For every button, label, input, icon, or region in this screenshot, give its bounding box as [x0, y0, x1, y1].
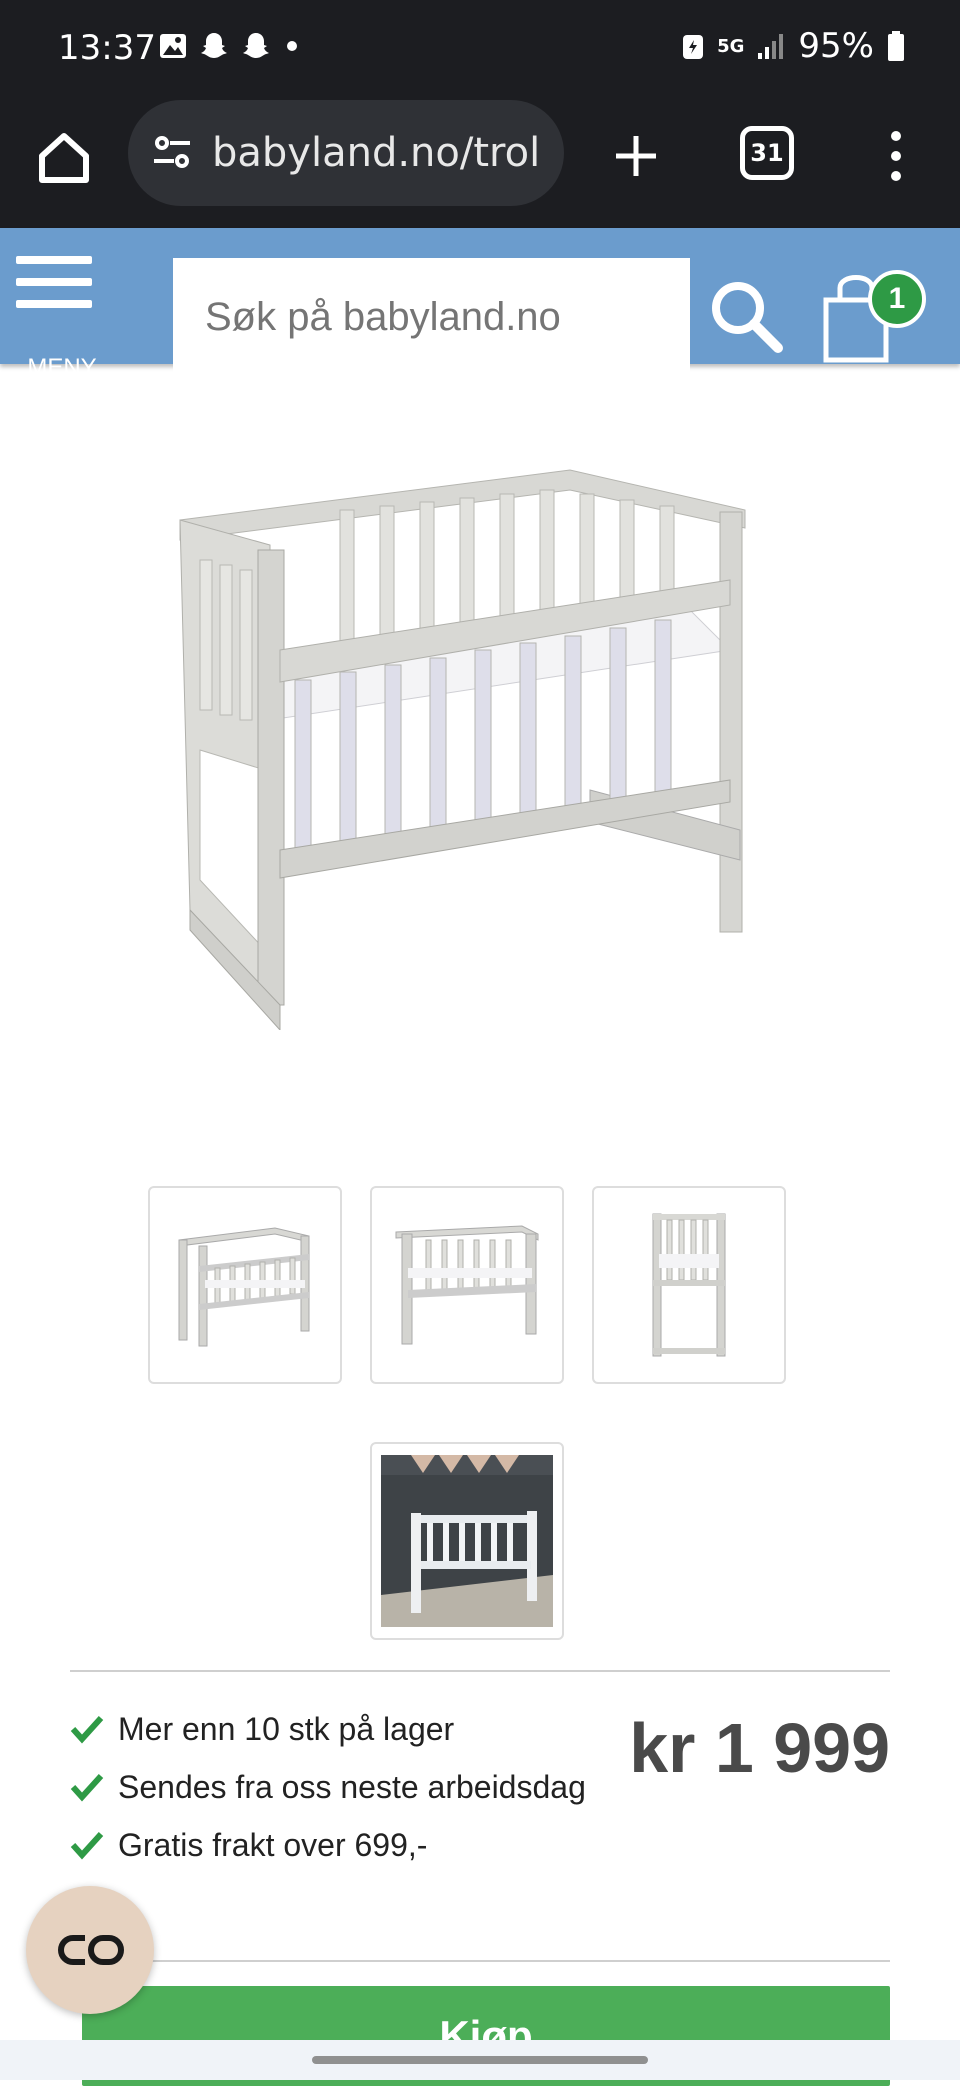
thumbnail-3[interactable] — [592, 1186, 786, 1384]
stock-line-1: Mer enn 10 stk på lager — [70, 1700, 590, 1758]
search-button[interactable] — [700, 258, 790, 376]
crib-thumbnail-front — [178, 1227, 310, 1347]
divider — [70, 1670, 890, 1672]
product-price: kr 1 999 — [629, 1709, 890, 1787]
snapchat-icon-2 — [243, 33, 269, 58]
stock-line-2: Sendes fra oss neste arbeidsdag — [70, 1758, 590, 1816]
menu-button[interactable]: MENY — [16, 250, 108, 381]
battery-icon — [888, 31, 904, 61]
hamburger-icon — [16, 256, 92, 308]
browser-toolbar: babyland.no/troll 31 — [0, 100, 960, 228]
menu-label: MENY — [27, 354, 97, 381]
crib-thumbnail-angle — [395, 1225, 539, 1345]
status-time: 13:37 — [58, 28, 156, 68]
snapchat-icon — [201, 33, 227, 58]
crib-thumbnail-side — [652, 1213, 726, 1357]
gesture-handle[interactable] — [312, 2056, 648, 2064]
cart-button[interactable]: 1 — [820, 250, 930, 380]
stock-info: Mer enn 10 stk på lager Sendes fra oss n… — [70, 1700, 590, 1874]
system-nav-bar — [0, 2040, 960, 2080]
battery-level: 95% — [798, 26, 874, 66]
check-icon — [70, 1773, 104, 1802]
search-icon — [712, 282, 783, 353]
stock-line-3: Gratis frakt over 699,- — [70, 1816, 590, 1874]
signal-icon — [758, 34, 784, 59]
status-right: 5G 95% — [681, 26, 906, 66]
thumbnail-2[interactable] — [370, 1186, 564, 1384]
site-header: MENY 1 — [0, 228, 960, 381]
home-icon — [39, 133, 89, 183]
url-text: babyland.no/troll — [212, 130, 542, 176]
check-icon — [70, 1831, 104, 1860]
gallery-icon — [160, 34, 186, 58]
search-input[interactable] — [173, 258, 690, 376]
kebab-menu-icon — [891, 131, 901, 181]
status-bar: 13:37 5G 95% — [0, 0, 960, 100]
divider — [70, 1960, 890, 1962]
address-bar[interactable]: babyland.no/troll — [128, 100, 564, 206]
thumbnail-4[interactable] — [370, 1442, 564, 1640]
tab-switcher-button[interactable]: 31 — [740, 126, 794, 180]
crib-image — [179, 469, 746, 1032]
battery-saver-icon — [683, 35, 704, 59]
chat-logo-icon — [58, 1935, 124, 1965]
home-button[interactable] — [30, 124, 98, 192]
cart-count-badge: 1 — [868, 270, 926, 328]
product-main-image[interactable] — [170, 450, 760, 1032]
notification-icons — [158, 30, 302, 62]
thumbnail-1[interactable] — [148, 1186, 342, 1384]
crib-thumbnail-room — [381, 1455, 553, 1627]
check-icon — [70, 1715, 104, 1744]
site-settings-icon[interactable] — [150, 131, 194, 175]
network-type: 5G — [717, 35, 745, 57]
chat-widget-button[interactable] — [26, 1886, 154, 2014]
plus-icon — [616, 136, 656, 176]
dot-icon — [287, 41, 297, 51]
new-tab-button[interactable] — [604, 124, 668, 188]
more-menu-button[interactable] — [876, 124, 916, 188]
